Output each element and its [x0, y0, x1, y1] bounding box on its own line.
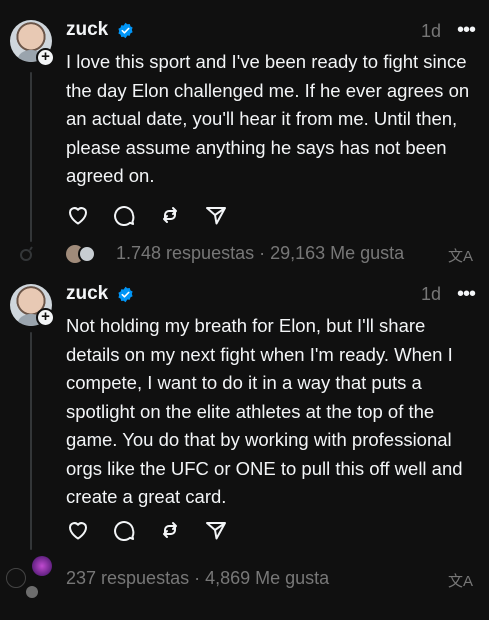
more-icon[interactable]: ••• [457, 19, 476, 42]
translate-icon[interactable]: 文A [448, 245, 473, 266]
post-text: Not holding my breath for Elon, but I'll… [66, 315, 463, 507]
replier-avatar[interactable] [32, 556, 52, 576]
replier-avatar[interactable] [78, 245, 96, 263]
comment-icon[interactable] [112, 203, 136, 227]
follow-plus-icon[interactable]: + [36, 308, 55, 327]
username[interactable]: zuck [66, 283, 108, 305]
heart-icon[interactable] [66, 203, 90, 227]
replier-avatar[interactable] [6, 568, 26, 588]
verified-badge-icon [118, 22, 133, 39]
send-icon[interactable] [204, 518, 228, 542]
post-meta: 237 respuestas · 4,869 Me gusta 文A [0, 556, 489, 602]
action-bar [66, 518, 228, 542]
verified-badge-icon [118, 286, 133, 303]
post-stats[interactable]: 1.748 respuestas · 29,163 Me gusta [116, 243, 404, 264]
thread-curl-icon [20, 246, 33, 261]
post-time: 1d [420, 284, 441, 304]
repost-icon[interactable] [158, 518, 182, 542]
follow-plus-icon[interactable]: + [36, 48, 55, 67]
more-icon[interactable]: ••• [457, 283, 476, 306]
thread-line [30, 72, 32, 242]
action-bar [66, 203, 228, 227]
comment-icon[interactable] [112, 518, 136, 542]
post-stats[interactable]: 237 respuestas · 4,869 Me gusta [66, 568, 329, 589]
username[interactable]: zuck [66, 19, 108, 41]
thread-line [30, 332, 32, 550]
post-time: 1d [420, 21, 441, 41]
post-meta: 1.748 respuestas · 29,163 Me gusta 文A [0, 241, 489, 267]
translate-icon[interactable]: 文A [448, 570, 473, 591]
post-text: I love this sport and I've been ready to… [66, 51, 470, 186]
repost-icon[interactable] [158, 203, 182, 227]
replier-avatar[interactable] [26, 586, 38, 598]
send-icon[interactable] [204, 203, 228, 227]
heart-icon[interactable] [66, 518, 90, 542]
